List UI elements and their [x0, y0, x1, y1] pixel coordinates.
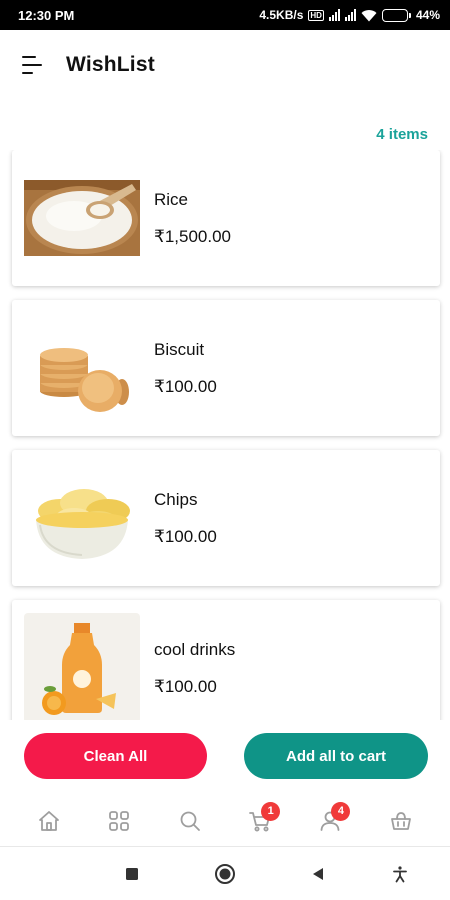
- back-triangle-icon: [313, 868, 323, 880]
- signal-icon: [328, 9, 340, 21]
- nav-search[interactable]: [170, 801, 210, 841]
- item-price: ₹100.00: [154, 676, 217, 696]
- home-icon: [39, 810, 60, 831]
- wishlist-item[interactable]: Chips ₹100.00: [12, 450, 440, 586]
- items-count: 4 items: [376, 126, 428, 143]
- menu-icon[interactable]: [22, 56, 44, 74]
- item-name: Rice: [154, 189, 189, 209]
- wifi-icon: [361, 9, 377, 21]
- profile-badge: 4: [331, 801, 351, 821]
- page-title: WishList: [66, 53, 155, 76]
- bottom-nav: 1 4: [0, 795, 450, 847]
- juice-bottle-image: [24, 613, 140, 720]
- basket-icon: [390, 811, 411, 830]
- battery-icon: [381, 8, 411, 22]
- app-header: WishList: [0, 30, 450, 100]
- item-info: Chips ₹100.00: [154, 490, 217, 547]
- biscuits-image: [24, 313, 140, 423]
- system-nav-bar: [0, 848, 450, 900]
- grid-icon: [109, 810, 130, 831]
- network-speed: 4.5KB/s: [259, 8, 304, 22]
- recent-apps-button[interactable]: [118, 860, 146, 888]
- item-price: ₹1,500.00: [154, 226, 231, 246]
- nav-basket[interactable]: [381, 801, 421, 841]
- nav-categories[interactable]: [99, 801, 139, 841]
- item-name: Biscuit: [154, 339, 205, 359]
- item-info: cool drinks ₹100.00: [154, 640, 235, 697]
- accessibility-button[interactable]: [386, 860, 414, 888]
- item-info: Biscuit ₹100.00: [154, 340, 217, 397]
- status-bar: 12:30 PM 4.5KB/s HD 44%: [0, 0, 450, 30]
- wishlist-item[interactable]: cool drinks ₹100.00: [12, 600, 440, 720]
- nav-profile[interactable]: 4: [310, 801, 351, 841]
- wishlist: Rice ₹1,500.00 Biscuit ₹100.00 Chips ₹10…: [0, 150, 450, 720]
- wishlist-item[interactable]: Biscuit ₹100.00: [12, 300, 440, 436]
- clean-all-button[interactable]: Clean All: [24, 733, 207, 779]
- hd-icon: HD: [308, 9, 324, 21]
- nav-cart[interactable]: 1: [240, 801, 281, 841]
- status-indicators: 4.5KB/s HD 44%: [259, 8, 440, 22]
- square-icon: [126, 868, 138, 880]
- wishlist-item[interactable]: Rice ₹1,500.00: [12, 150, 440, 286]
- item-price: ₹100.00: [154, 526, 217, 546]
- home-button[interactable]: [211, 860, 239, 888]
- item-name: cool drinks: [154, 639, 236, 659]
- back-button[interactable]: [304, 860, 332, 888]
- cart-badge: 1: [261, 801, 281, 821]
- item-price: ₹100.00: [154, 376, 217, 396]
- add-all-to-cart-button[interactable]: Add all to cart: [244, 733, 428, 779]
- accessibility-icon: [393, 866, 407, 883]
- circle-icon: [215, 864, 235, 884]
- signal-icon-2: [344, 9, 356, 21]
- search-icon: [180, 811, 200, 831]
- item-name: Chips: [154, 489, 198, 509]
- chips-bowl-image: [24, 463, 140, 573]
- item-info: Rice ₹1,500.00: [154, 190, 231, 247]
- nav-home[interactable]: [29, 801, 69, 841]
- status-time: 12:30 PM: [18, 7, 75, 23]
- battery-percent: 44%: [415, 8, 440, 22]
- rice-bowl-image: [24, 180, 140, 256]
